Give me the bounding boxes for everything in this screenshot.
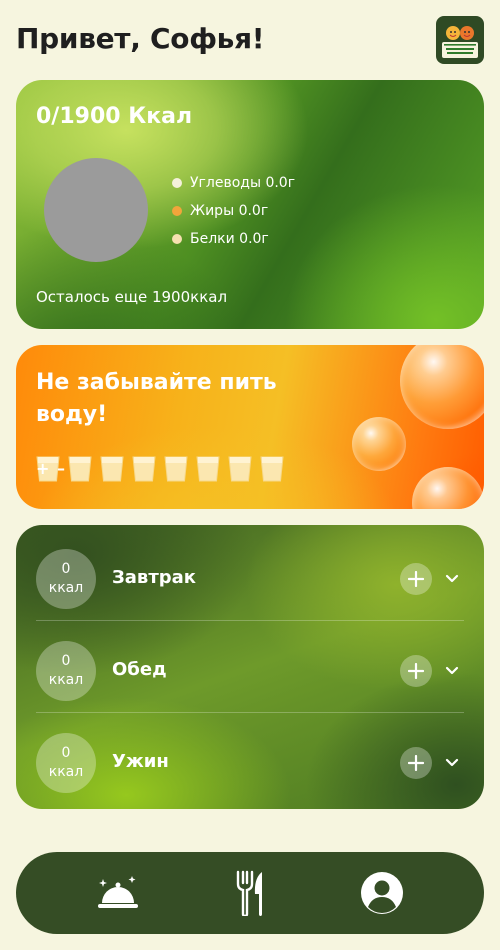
macros-donut-chart (44, 158, 148, 262)
meal-kcal-value: 0 (61, 745, 71, 761)
water-glass[interactable] (100, 456, 124, 482)
meal-kcal-value: 0 (61, 653, 71, 669)
fats-dot (172, 206, 182, 216)
macro-carbs: Углеводы 0.0г (172, 169, 295, 197)
water-glass[interactable] (164, 456, 188, 482)
school-meals-logo[interactable] (436, 16, 484, 64)
meal-row-lunch[interactable]: 0 ккал Обед (36, 621, 464, 713)
expand-meal-button[interactable] (442, 569, 462, 589)
proteins-dot (172, 234, 182, 244)
water-reminder-card: Не забывайте пить воду! + – (16, 345, 484, 509)
calories-remaining: Осталось еще 1900ккал (36, 288, 228, 306)
meal-kcal-unit: ккал (48, 672, 84, 688)
plus-icon (408, 571, 424, 587)
chevron-down-icon (445, 758, 459, 767)
water-glass[interactable] (228, 456, 252, 482)
meal-kcal-unit: ккал (48, 764, 84, 780)
meal-kcal-badge: 0 ккал (36, 641, 96, 701)
macros-legend: Углеводы 0.0г Жиры 0.0г Белки 0.0г (172, 169, 295, 253)
macro-fats-label: Жиры 0.0г (190, 203, 269, 219)
meal-name: Обед (112, 659, 167, 680)
chevron-down-icon (445, 666, 459, 675)
bubble-decoration (400, 345, 484, 429)
water-glasses-row (36, 456, 292, 482)
meal-kcal-badge: 0 ккал (36, 549, 96, 609)
macro-proteins-label: Белки 0.0г (190, 231, 269, 247)
nav-profile-button[interactable] (358, 869, 406, 917)
macro-proteins: Белки 0.0г (172, 225, 295, 253)
nav-meals-button[interactable] (226, 869, 274, 917)
meals-card: 0 ккал Завтрак 0 ккал Обед 0 ккал Ужин (16, 525, 484, 809)
profile-icon (361, 872, 403, 914)
water-glass[interactable] (132, 456, 156, 482)
water-glass[interactable] (260, 456, 284, 482)
meal-row-dinner[interactable]: 0 ккал Ужин (36, 713, 464, 805)
add-meal-button[interactable] (400, 655, 432, 687)
meal-kcal-unit: ккал (48, 580, 84, 596)
plus-icon (408, 755, 424, 771)
meal-name: Ужин (112, 751, 169, 772)
meal-kcal-value: 0 (61, 561, 71, 577)
plus-icon (408, 663, 424, 679)
add-meal-button[interactable] (400, 563, 432, 595)
bottom-navigation (16, 852, 484, 934)
calorie-total: 0/1900 Ккал (36, 104, 193, 129)
bubble-decoration (412, 467, 484, 509)
carbs-dot (172, 178, 182, 188)
water-glass[interactable] (196, 456, 220, 482)
add-meal-button[interactable] (400, 747, 432, 779)
water-reminder-title: Не забывайте пить воду! (36, 370, 277, 427)
macro-fats: Жиры 0.0г (172, 197, 295, 225)
water-glass[interactable] (68, 456, 92, 482)
expand-meal-button[interactable] (442, 753, 462, 773)
expand-meal-button[interactable] (442, 661, 462, 681)
header: Привет, Софья! (16, 16, 484, 66)
chevron-down-icon (445, 574, 459, 583)
fork-knife-icon (236, 870, 262, 916)
school-meals-logo-icon (442, 26, 478, 58)
nav-menu-button[interactable] (94, 869, 142, 917)
cloche-icon (98, 876, 138, 908)
meal-name: Завтрак (112, 567, 197, 588)
greeting-title: Привет, Софья! (16, 22, 265, 55)
water-plus-minus[interactable]: + – (36, 459, 65, 478)
meal-kcal-badge: 0 ккал (36, 733, 96, 793)
macro-carbs-label: Углеводы 0.0г (190, 175, 296, 191)
water-minus-button[interactable]: – (57, 459, 65, 478)
water-plus-button[interactable]: + (36, 459, 49, 478)
meal-row-breakfast[interactable]: 0 ккал Завтрак (36, 529, 464, 621)
calorie-summary-card[interactable]: 0/1900 Ккал Углеводы 0.0г Жиры 0.0г Белк… (16, 80, 484, 329)
bubble-decoration (352, 417, 406, 471)
